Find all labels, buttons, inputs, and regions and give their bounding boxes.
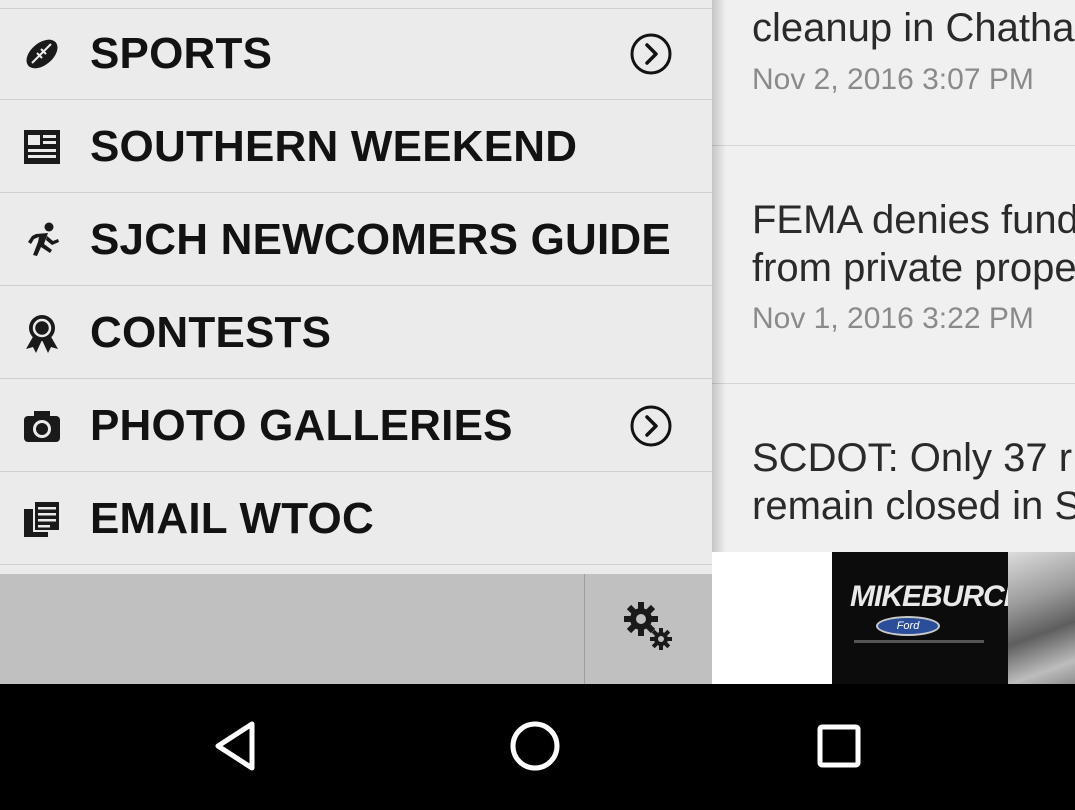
football-icon <box>22 34 62 74</box>
menu-item-contests[interactable]: CONTESTS <box>0 287 712 379</box>
article-item[interactable]: FEMA denies fund from private prope Nov … <box>712 146 1075 384</box>
article-headline: cleanup in Chatha <box>752 6 1075 50</box>
ad-tagline <box>854 640 984 643</box>
gears-icon <box>621 599 677 660</box>
navigation-drawer: SPORTS SOUTHERN WEEKEND SJCH NEWCOMERS G… <box>0 0 712 684</box>
settings-button[interactable] <box>585 574 712 684</box>
menu-item-photo-galleries[interactable]: PHOTO GALLERIES <box>0 380 712 472</box>
menu-item-email-wtoc[interactable]: EMAIL WTOC <box>0 473 712 565</box>
back-button[interactable] <box>198 712 270 784</box>
recents-button[interactable] <box>803 712 875 784</box>
chevron-right-icon[interactable] <box>629 404 673 448</box>
back-triangle-icon <box>206 718 262 779</box>
menu-item-label: EMAIL WTOC <box>90 493 374 543</box>
article-headline: FEMA denies fund <box>752 198 1075 242</box>
menu-item-label: CONTESTS <box>90 307 332 357</box>
home-circle-icon <box>507 718 563 779</box>
recents-square-icon <box>811 718 867 779</box>
menu-item-label: PHOTO GALLERIES <box>90 400 513 450</box>
article-item[interactable]: SCDOT: Only 37 r remain closed in S <box>712 384 1075 552</box>
ad-banner[interactable]: MIKEBURCH Ford <box>712 552 1075 684</box>
menu-item-sjch-newcomers-guide[interactable]: SJCH NEWCOMERS GUIDE <box>0 194 712 286</box>
menu-item-label: SJCH NEWCOMERS GUIDE <box>90 214 671 264</box>
article-headline: from private prope <box>752 246 1075 290</box>
menu-item-sports[interactable]: SPORTS <box>0 8 712 100</box>
menu-item-southern-weekend[interactable]: SOUTHERN WEEKEND <box>0 101 712 193</box>
article-headline: SCDOT: Only 37 r <box>752 436 1073 480</box>
award-ribbon-icon <box>22 313 62 353</box>
news-feed: cleanup in Chatha Nov 2, 2016 3:07 PM FE… <box>712 0 1075 552</box>
newspaper-icon <box>22 127 62 167</box>
home-button[interactable] <box>499 712 571 784</box>
camera-icon <box>22 406 62 446</box>
menu-item-label: SOUTHERN WEEKEND <box>90 121 578 171</box>
article-date: Nov 1, 2016 3:22 PM <box>752 302 1034 335</box>
ford-badge: Ford <box>876 616 940 636</box>
running-person-icon <box>22 220 62 260</box>
system-nav-bar <box>0 684 1075 810</box>
article-item[interactable]: cleanup in Chatha Nov 2, 2016 3:07 PM <box>712 0 1075 146</box>
article-date: Nov 2, 2016 3:07 PM <box>752 63 1034 96</box>
chevron-right-icon[interactable] <box>629 32 673 76</box>
documents-icon <box>22 499 62 539</box>
menu-item-label: SPORTS <box>90 29 273 78</box>
ad-logo-panel: MIKEBURCH Ford <box>832 552 1025 684</box>
drawer-footer <box>0 574 712 684</box>
ad-vehicle-image <box>1008 552 1075 684</box>
article-headline: remain closed in S <box>752 484 1075 528</box>
ad-brand-logo: MIKEBURCH <box>850 580 1025 613</box>
